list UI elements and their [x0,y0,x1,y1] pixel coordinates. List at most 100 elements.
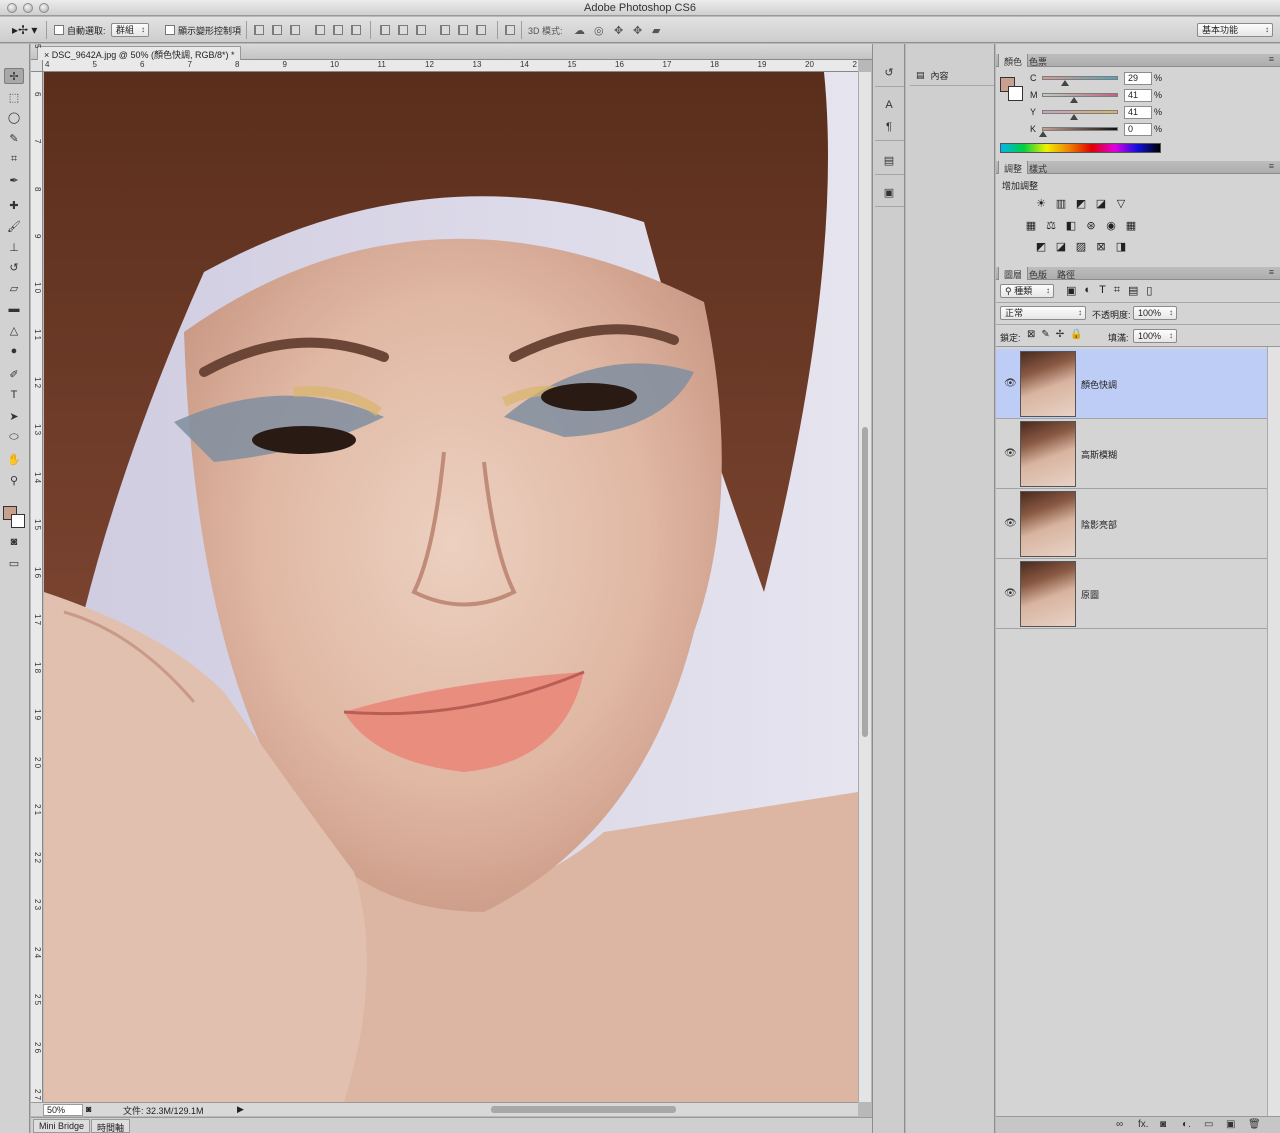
layer-thumbnail[interactable] [1020,421,1076,487]
history-panel-icon[interactable]: ↺ [880,64,898,82]
screen-mode-icon[interactable]: ▭ [4,555,24,571]
layer-row[interactable]: 👁 顏色快調 [996,349,1268,419]
layer-thumbnail[interactable] [1020,351,1076,417]
notes-panel-icon[interactable]: ▤ [880,152,898,170]
distribute-horizontal-centers-icon[interactable] [458,25,468,35]
document-canvas[interactable] [44,72,858,1102]
eraser-tool-icon[interactable]: ▱ [4,280,24,296]
align-vertical-centers-icon[interactable] [272,25,282,35]
distribute-bottom-icon[interactable] [416,25,426,35]
move-tool-icon[interactable]: ✢ [4,68,24,84]
new-adjustment-layer-icon[interactable]: ◐. [1182,1119,1191,1130]
adjustment-icon[interactable]: ⊠ [1094,241,1108,254]
history-brush-tool-icon[interactable]: ↺ [4,259,24,275]
show-transform-option[interactable]: 顯示變形控制項 [165,23,241,37]
spot-healing-tool-icon[interactable]: ✚ [4,197,24,213]
adjustment-icon[interactable]: ▽ [1114,198,1128,211]
horizontal-scroll-thumb[interactable] [491,1106,676,1113]
adjustment-icon[interactable]: ◩ [1074,198,1088,211]
auto-select-target-select[interactable]: 群組 [111,23,150,37]
3d-pan-icon[interactable]: ✥ [614,23,623,37]
layer-name[interactable]: 高斯模糊 [1081,448,1117,461]
align-horizontal-centers-icon[interactable] [333,25,343,35]
align-left-edges-icon[interactable] [315,25,325,35]
adjustment-icon[interactable]: ▦ [1024,220,1038,233]
lock-image-pixels-icon[interactable]: ✎ [1041,329,1049,340]
3d-roll-icon[interactable]: ◎ [594,23,604,37]
auto-align-layers-icon[interactable] [505,25,515,35]
filter-toggle-icon[interactable]: ▯ [1146,284,1152,297]
auto-select-checkbox[interactable] [54,25,64,35]
magenta-slider[interactable] [1042,93,1118,103]
new-group-icon[interactable]: ▭ [1204,1119,1213,1130]
filter-shape-icon[interactable]: ⌗ [1114,284,1120,297]
magenta-value[interactable]: 41 [1124,88,1152,102]
layer-name[interactable]: 顏色快調 [1081,378,1117,391]
background-color-swatch[interactable] [11,514,25,528]
vertical-ruler[interactable]: 5 6 7 8 9 1 0 1 1 1 2 1 3 1 4 1 5 1 6 1 7 1 8 1 9 2 0 2 … [31,44,43,1102]
type-tool-icon[interactable]: T [4,387,24,403]
eyedropper-tool-icon[interactable]: ✒ [4,172,24,188]
add-mask-icon[interactable]: ◙ [1160,1119,1166,1130]
channels-tab[interactable]: 色版 [1024,267,1052,280]
link-layers-icon[interactable]: ∞ [1116,1119,1123,1130]
path-selection-tool-icon[interactable]: ➤ [4,408,24,424]
adjustment-icon[interactable]: ◉ [1104,220,1118,233]
black-slider[interactable] [1039,127,1118,137]
quick-selection-tool-icon[interactable]: ✎ [4,130,24,146]
cyan-value[interactable]: 29 [1124,71,1152,85]
mini-bridge-tab[interactable]: Mini Bridge [33,1119,91,1133]
align-bottom-edges-icon[interactable] [290,25,300,35]
properties-panel-header[interactable]: ▤ 內容 [910,66,994,86]
distribute-right-icon[interactable] [476,25,486,35]
filter-smart-object-icon[interactable]: ▤ [1128,284,1138,297]
yellow-value[interactable]: 41 [1124,105,1152,119]
gradient-tool-icon[interactable]: ▬ [4,301,24,317]
hand-tool-icon[interactable]: ✋ [4,451,24,467]
dodge-tool-icon[interactable]: ● [4,343,24,359]
adjustment-icon[interactable]: ⚖ [1044,220,1058,233]
blur-tool-icon[interactable]: △ [4,322,24,338]
yellow-slider[interactable] [1042,110,1118,120]
horizontal-scrollbar[interactable] [281,1106,856,1114]
filter-pixel-icon[interactable]: ▣ [1066,284,1076,297]
vertical-scroll-thumb[interactable] [862,427,868,737]
new-layer-icon[interactable]: ▣ [1226,1119,1235,1130]
adjustment-icon[interactable]: ▥ [1054,198,1068,211]
filter-type-icon[interactable]: T [1099,284,1106,297]
align-top-edges-icon[interactable] [254,25,264,35]
brush-tool-icon[interactable]: 🖌 [4,218,24,234]
zoom-level-field[interactable]: 50% [43,1104,83,1116]
distribute-top-icon[interactable] [380,25,390,35]
lock-transparent-pixels-icon[interactable]: ⊠ [1027,329,1035,340]
ellipse-tool-icon[interactable]: ⬭ [4,429,24,445]
layer-thumbnail[interactable] [1020,491,1076,557]
character-panel-icon[interactable]: A [880,96,898,114]
workspace-select[interactable]: 基本功能 [1197,23,1273,37]
layer-filter-select[interactable]: ⚲ 種類 [1000,284,1054,298]
info-panel-icon[interactable]: ▣ [880,184,898,202]
color-spectrum-bar[interactable] [1000,143,1161,153]
ruler-origin[interactable] [31,60,43,72]
adjustment-icon[interactable]: ⊛ [1084,220,1098,233]
clone-stamp-tool-icon[interactable]: ⊥ [4,239,24,255]
show-transform-checkbox[interactable] [165,25,175,35]
lock-all-icon[interactable]: 🔒 [1070,329,1082,340]
layer-thumbnail[interactable] [1020,561,1076,627]
distribute-vertical-centers-icon[interactable] [398,25,408,35]
adjustment-icon[interactable]: ◧ [1064,220,1078,233]
distribute-left-icon[interactable] [440,25,450,35]
delete-layer-icon[interactable]: 🗑 [1248,1119,1261,1130]
cyan-slider[interactable] [1042,76,1118,86]
layer-visibility-eye-icon[interactable]: 👁 [1004,588,1017,599]
3d-scale-icon[interactable]: ▰ [652,23,660,37]
layer-row[interactable]: 👁 原圖 [996,559,1268,629]
move-tool-preset-icon[interactable]: ▸✢ ▾ [12,23,37,37]
styles-tab[interactable]: 樣式 [1024,161,1052,174]
adjustment-icon[interactable]: ◨ [1114,241,1128,254]
quick-mask-icon[interactable]: ◙ [4,534,24,550]
layer-name[interactable]: 原圖 [1081,588,1099,601]
slider-knob[interactable] [1061,80,1070,86]
layer-name[interactable]: 陰影亮部 [1081,518,1117,531]
layer-visibility-eye-icon[interactable]: 👁 [1004,448,1017,459]
